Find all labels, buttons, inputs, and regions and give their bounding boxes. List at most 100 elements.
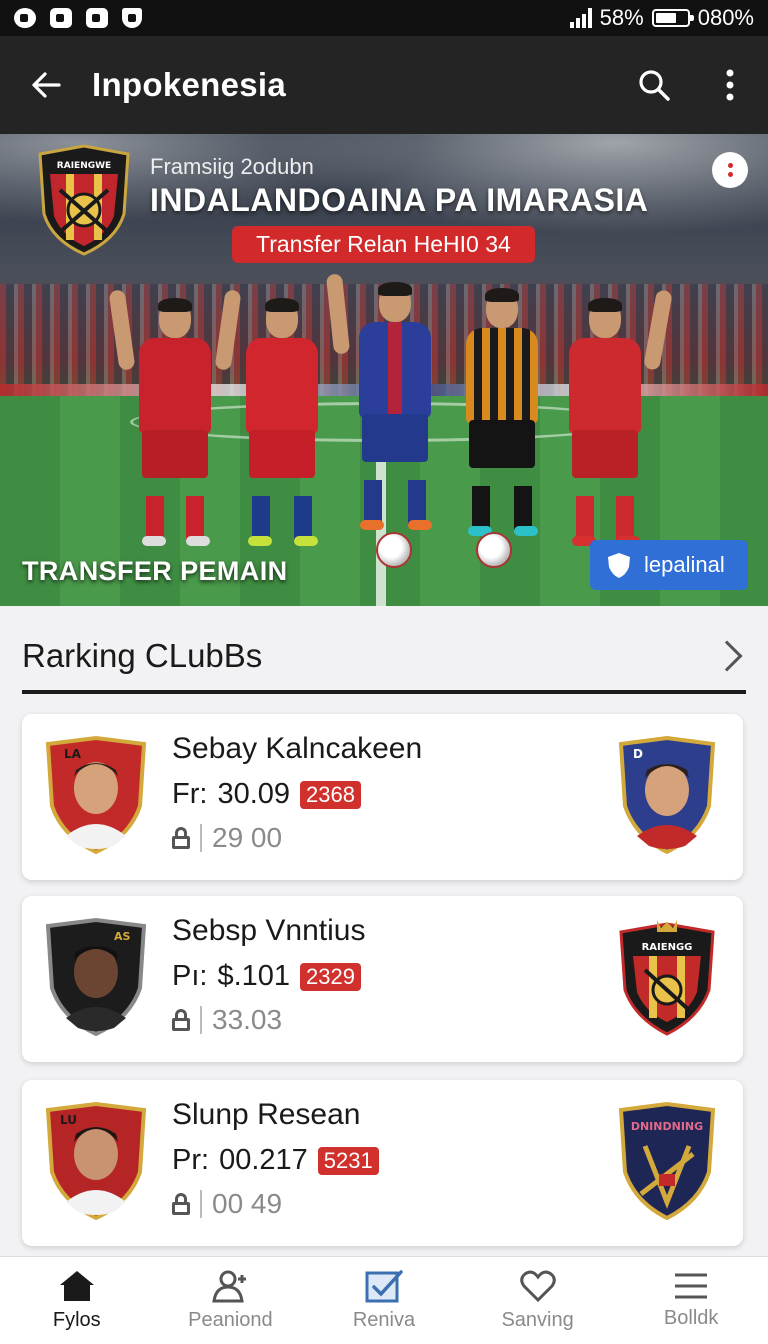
rating-badge: 5231 bbox=[317, 1146, 379, 1175]
page-title: Inpokenesia bbox=[92, 66, 287, 103]
nav-item-saved[interactable]: Sanving bbox=[461, 1257, 615, 1344]
shield-notification-icon bbox=[122, 8, 142, 28]
rating-badge: 2329 bbox=[300, 962, 361, 991]
player-avatar: LA bbox=[45, 736, 147, 854]
player-avatar: AS bbox=[45, 918, 147, 1036]
nav-label: Reniva bbox=[352, 1309, 416, 1331]
player-figure bbox=[232, 298, 332, 560]
meta-value: 33.03 bbox=[212, 1004, 283, 1035]
rating-badge: 2368 bbox=[300, 780, 361, 809]
price-row: Pı: $.101 2329 bbox=[172, 960, 361, 993]
back-button[interactable] bbox=[0, 36, 92, 134]
nav-item-more[interactable]: Bolldk bbox=[614, 1257, 768, 1344]
nav-item-personal[interactable]: Peaniond bbox=[154, 1257, 308, 1344]
mail-notification-icon bbox=[86, 8, 108, 28]
price-value: 30.09 bbox=[217, 778, 291, 810]
search-icon bbox=[639, 70, 670, 101]
more-vertical-icon bbox=[726, 69, 734, 101]
meta-row: 29 00 bbox=[172, 822, 282, 854]
search-button[interactable] bbox=[616, 36, 692, 134]
avatar-lettering: LA bbox=[64, 747, 82, 761]
heart-icon bbox=[519, 1270, 556, 1303]
menu-icon bbox=[675, 1273, 708, 1299]
meta-row: 00 49 bbox=[172, 1188, 282, 1220]
player-name: Sebsp Vnntius bbox=[172, 914, 366, 947]
price-value: $.101 bbox=[217, 960, 291, 992]
meta-row: 33.03 bbox=[172, 1004, 282, 1036]
price-label: Pı: bbox=[172, 960, 208, 992]
bottom-navigation: Fylos Peaniond Reniva Sanving Bolldk bbox=[0, 1256, 768, 1344]
player-figure bbox=[325, 273, 450, 560]
player-figure bbox=[108, 289, 242, 560]
lock-icon bbox=[172, 1009, 190, 1031]
app-notification-icon bbox=[50, 8, 72, 28]
list-item[interactable]: AS Sebsp Vnntius Pı: $.101 2329 33.03 RA… bbox=[22, 896, 743, 1062]
hero-cta-button[interactable]: lepalinal bbox=[590, 540, 748, 590]
club-crest-icon: RAIENGG bbox=[619, 920, 715, 1036]
meta-value: 29 00 bbox=[212, 822, 283, 853]
avatar-lettering: AS bbox=[114, 930, 131, 943]
hero-caption: TRANSFER PEMAIN bbox=[22, 556, 288, 586]
person-add-icon bbox=[212, 1270, 247, 1303]
lock-icon bbox=[172, 827, 190, 849]
hero-options-button[interactable] bbox=[712, 152, 748, 188]
price-label: Pr: bbox=[172, 1144, 210, 1176]
section-title: Rarking CLubBs bbox=[22, 637, 263, 674]
player-name: Sebay Kalncakeen bbox=[172, 732, 423, 765]
crest-lettering: D bbox=[633, 747, 643, 761]
divider bbox=[200, 1190, 202, 1218]
home-icon bbox=[59, 1271, 94, 1301]
price-value: 00.217 bbox=[219, 1144, 308, 1176]
football-ball-icon bbox=[476, 532, 512, 568]
status-bar: 58% 080% bbox=[0, 0, 768, 36]
hero-banner[interactable]: RAIENGWE Framsiig 2odubn INDALANDOAINA P… bbox=[0, 134, 768, 606]
nav-label: Fylos bbox=[52, 1309, 101, 1331]
nav-label: Sanving bbox=[501, 1309, 574, 1331]
price-label: Fr: bbox=[172, 778, 208, 810]
crest-lettering: RAIENGWE bbox=[57, 161, 111, 171]
list-item[interactable]: LU Slunp Resean Pr: 00.217 5231 00 49 DN… bbox=[22, 1080, 743, 1246]
overflow-menu-button[interactable] bbox=[692, 36, 768, 134]
app-bar: Inpokenesia bbox=[0, 36, 768, 134]
nav-label: Peaniond bbox=[188, 1309, 273, 1331]
ranking-section-header[interactable]: Rarking CLubBs bbox=[22, 622, 746, 694]
battery-icon bbox=[651, 9, 694, 27]
hero-headline: INDALANDOAINA PA IMARASIA bbox=[150, 182, 649, 218]
dot-icon bbox=[727, 163, 733, 168]
nav-label: Bolldk bbox=[663, 1307, 719, 1329]
notification-icon bbox=[14, 8, 36, 28]
player-figure bbox=[452, 288, 552, 560]
meta-value: 00 49 bbox=[212, 1188, 283, 1219]
status-indicators: 58% 080% bbox=[569, 5, 754, 31]
status-notifications bbox=[14, 8, 142, 28]
club-crest-icon: D bbox=[618, 736, 716, 854]
nav-item-home[interactable]: Fylos bbox=[0, 1257, 154, 1344]
hero-transfer-pill[interactable]: Transfer Relan HeHI0 34 bbox=[232, 226, 535, 263]
club-crest-icon: DNINDNING bbox=[618, 1102, 716, 1220]
arrow-left-icon bbox=[32, 72, 61, 98]
football-ball-icon bbox=[376, 532, 412, 568]
list-item[interactable]: LA Sebay Kalncakeen Fr: 30.09 2368 29 00… bbox=[22, 714, 743, 880]
player-avatar: LU bbox=[45, 1102, 147, 1220]
divider bbox=[200, 1006, 202, 1034]
avatar-lettering: LU bbox=[60, 1113, 77, 1127]
club-crest-icon: RAIENGWE bbox=[38, 144, 130, 256]
signal-icon bbox=[569, 8, 592, 28]
hero-kicker: Framsiig 2odubn bbox=[150, 154, 314, 179]
lock-icon bbox=[172, 1193, 190, 1215]
crest-lettering: DNINDNING bbox=[631, 1120, 703, 1133]
dot-icon bbox=[727, 172, 733, 177]
battery-percent: 58% bbox=[599, 5, 644, 30]
shield-icon bbox=[608, 553, 630, 578]
chevron-right-icon bbox=[711, 640, 743, 672]
price-row: Fr: 30.09 2368 bbox=[172, 778, 361, 811]
check-square-icon bbox=[365, 1270, 403, 1303]
player-name: Slunp Resean bbox=[172, 1098, 361, 1131]
price-row: Pr: 00.217 5231 bbox=[172, 1144, 379, 1177]
hero-cta-label: lepalinal bbox=[644, 552, 725, 577]
crest-lettering: RAIENGG bbox=[642, 942, 693, 953]
nav-item-review[interactable]: Reniva bbox=[307, 1257, 461, 1344]
status-clock: 080% bbox=[697, 5, 754, 30]
divider bbox=[200, 824, 202, 852]
player-figure bbox=[550, 289, 673, 560]
